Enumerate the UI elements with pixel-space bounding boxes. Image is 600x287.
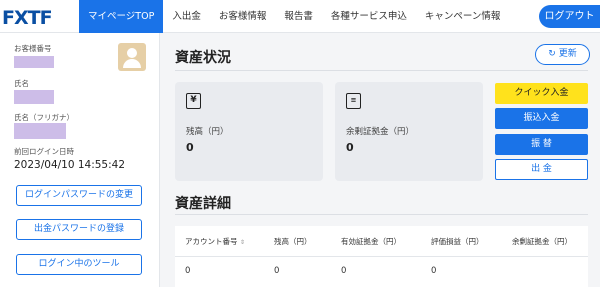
cell-account-number: 0 xyxy=(185,266,191,276)
main-nav: マイページTOP 入出金 お客様情報 報告書 各種サービス申込 キャンペーン情報 xyxy=(79,0,509,33)
asset-details-title: 資産詳細 xyxy=(175,196,231,212)
nav-item-campaign[interactable]: キャンペーン情報 xyxy=(416,0,510,33)
title-divider xyxy=(175,70,588,71)
fxtf-logo[interactable]: FXTF xyxy=(2,7,53,29)
nav-item-reports[interactable]: 報告書 xyxy=(275,0,322,33)
name-kana-redacted xyxy=(14,123,66,139)
customer-number-label: お客様番号 xyxy=(14,44,52,53)
page-title: 資産状況 xyxy=(175,50,231,66)
document-check-icon: ≡ xyxy=(346,93,361,109)
cell-balance: 0 xyxy=(274,266,280,276)
header-row-divider xyxy=(175,256,588,257)
bank-transfer-deposit-button[interactable]: 振込入金 xyxy=(495,108,588,129)
nav-item-deposit-withdrawal[interactable]: 入出金 xyxy=(163,0,210,33)
yen-icon: ¥ xyxy=(186,93,201,109)
refresh-icon: ↻ xyxy=(548,49,556,59)
nav-item-service-application[interactable]: 各種サービス申込 xyxy=(322,0,416,33)
last-login-value: 2023/04/10 14:55:42 xyxy=(14,159,126,171)
column-header-balance: 残高（円） xyxy=(274,237,312,246)
logout-button[interactable]: ログアウト xyxy=(539,5,600,28)
nav-item-customer-info[interactable]: お客様情報 xyxy=(210,0,276,33)
customer-number-redacted xyxy=(14,56,54,68)
cell-valuation-pl: 0 xyxy=(431,266,437,276)
column-header-surplus-margin: 余剰証拠金（円） xyxy=(512,237,572,246)
last-login-label: 前回ログイン日時 xyxy=(14,147,74,156)
refresh-label: 更新 xyxy=(558,49,577,59)
quick-deposit-button[interactable]: クイック入金 xyxy=(495,83,588,104)
withdrawal-button[interactable]: 出 金 xyxy=(495,159,588,180)
surplus-margin-value: 0 xyxy=(346,141,354,154)
surplus-margin-card: ≡ 余剰証拠金（円） 0 xyxy=(335,82,483,181)
sidebar: お客様番号 氏名 氏名（フリガナ） 前回ログイン日時 2023/04/10 14… xyxy=(0,33,160,287)
change-login-password-button[interactable]: ログインパスワードの変更 xyxy=(16,185,142,206)
column-header-account-number[interactable]: アカウント番号 ⇕ xyxy=(185,236,245,247)
transfer-button[interactable]: 振 替 xyxy=(495,134,588,155)
balance-label: 残高（円） xyxy=(186,127,229,137)
nav-item-mypage-top[interactable]: マイページTOP xyxy=(79,0,164,33)
name-kana-label: 氏名（フリガナ） xyxy=(14,113,74,122)
balance-value: 0 xyxy=(186,141,194,154)
asset-details-table: アカウント番号 ⇕ 残高（円） 有効証拠金（円） 評価損益（円） 余剰証拠金（円… xyxy=(175,226,588,287)
column-header-effective-margin: 有効証拠金（円） xyxy=(341,237,401,246)
detail-divider xyxy=(175,214,588,215)
avatar xyxy=(118,43,146,71)
logged-in-tools-button[interactable]: ログイン中のツール xyxy=(16,254,142,275)
cell-effective-margin: 0 xyxy=(341,266,347,276)
register-withdrawal-password-button[interactable]: 出金パスワードの登録 xyxy=(16,219,142,240)
top-bar: FXTF マイページTOP 入出金 お客様情報 報告書 各種サービス申込 キャン… xyxy=(0,0,600,33)
column-header-valuation-pl: 評価損益（円） xyxy=(431,237,484,246)
sort-icon: ⇕ xyxy=(239,239,245,246)
refresh-button[interactable]: ↻ 更新 xyxy=(535,44,590,65)
name-redacted xyxy=(14,90,54,104)
balance-card: ¥ 残高（円） 0 xyxy=(175,82,323,181)
surplus-margin-label: 余剰証拠金（円） xyxy=(346,127,415,137)
name-label: 氏名 xyxy=(14,79,29,88)
